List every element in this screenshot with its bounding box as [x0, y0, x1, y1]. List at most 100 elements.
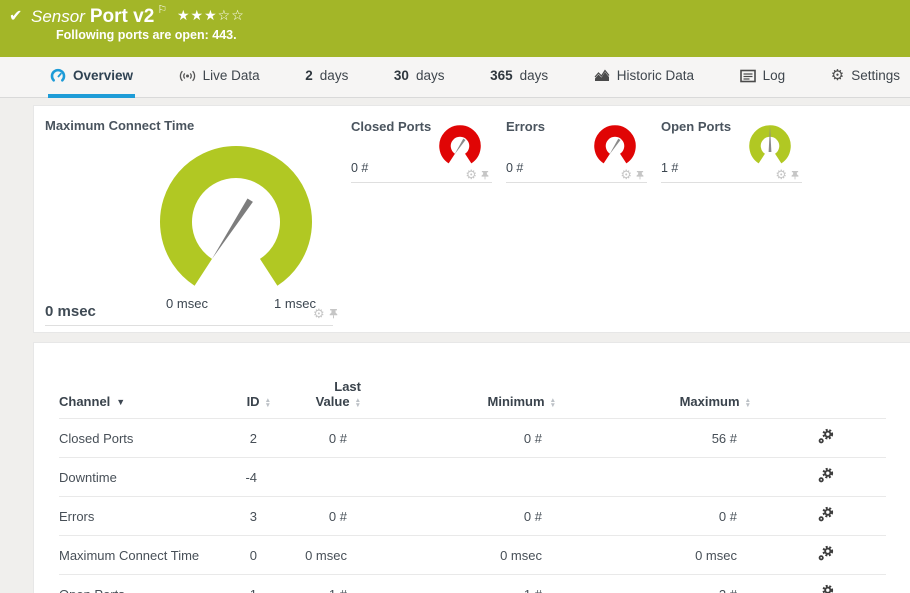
channel-id: 0 — [219, 535, 271, 575]
channel-actions — [751, 496, 886, 536]
gauge-toolbar: ⚙ — [620, 168, 645, 181]
table-row[interactable]: Closed Ports 2 0 # 0 # 56 # — [59, 418, 886, 458]
channel-maximum — [556, 457, 751, 497]
tab-log-label: Log — [762, 68, 786, 83]
gauge-value-maximum-connect-time: 0 msec — [45, 303, 96, 320]
tab-2-days-number: 2 — [305, 68, 313, 83]
gauge-icon — [50, 68, 66, 82]
table-row[interactable]: Errors 3 0 # 0 # 0 # — [59, 496, 886, 536]
gauge-title-open-ports: Open Ports — [661, 119, 732, 134]
tab-historic-data-label: Historic Data — [616, 68, 695, 83]
tab-settings[interactable]: ⚙ Settings — [829, 57, 902, 98]
sort-down-icon: ▼ — [549, 401, 556, 409]
tab-live-data-label: Live Data — [202, 68, 260, 83]
channel-actions — [751, 574, 886, 593]
tab-bar: Overview Live Data 2 days 30 days 365 da… — [0, 57, 910, 98]
channel-last-value — [271, 457, 361, 497]
sort-down-icon: ▼ — [264, 401, 271, 409]
tab-30-days-word: days — [415, 68, 445, 83]
tab-overview[interactable]: Overview — [48, 57, 136, 98]
channel-name: Maximum Connect Time — [59, 535, 219, 575]
column-label-line1: Last — [334, 379, 361, 394]
channel-minimum: 0 # — [361, 496, 556, 536]
column-label: Channel — [59, 394, 111, 409]
gauges-panel: Maximum Connect Time 0 msec 1 msec 0 mse… — [33, 105, 910, 333]
tab-30-days[interactable]: 30 days — [392, 57, 447, 98]
gear-icon: ⚙ — [830, 67, 845, 84]
channel-actions — [751, 535, 886, 575]
flag-icon[interactable]: ⚐ — [157, 4, 167, 16]
pin-icon[interactable] — [328, 307, 339, 320]
channel-actions — [751, 457, 886, 497]
channel-last-value: 1 # — [271, 574, 361, 593]
gauge-needle — [212, 198, 253, 259]
channel-id: 1 — [219, 574, 271, 593]
channel-id: 3 — [219, 496, 271, 536]
priority-stars[interactable]: ★★★☆☆ — [177, 7, 245, 24]
column-header-minimum[interactable]: Minimum ▲ ▼ — [361, 379, 557, 419]
gauge-needle — [454, 138, 466, 155]
channel-settings-gears-icon[interactable] — [817, 545, 834, 562]
channel-settings-gears-icon[interactable] — [817, 584, 834, 593]
tab-30-days-number: 30 — [393, 68, 409, 83]
gauge-cell-closed-ports: Closed Ports 0 # ⚙ — [351, 119, 492, 183]
channel-minimum — [361, 457, 556, 497]
status-ok-check-icon: ✔ — [9, 8, 23, 25]
column-header-id[interactable]: ID ▲ ▼ — [219, 379, 271, 419]
channel-last-value: 0 # — [271, 418, 361, 458]
table-row[interactable]: Open Ports 1 1 # 1 # 2 # — [59, 574, 886, 593]
gauge-toolbar: ⚙ — [313, 307, 339, 320]
column-header-channel[interactable]: Channel ▼ — [59, 379, 219, 419]
channel-maximum: 56 # — [556, 418, 751, 458]
channel-settings-gears-icon[interactable] — [817, 506, 834, 523]
sort-icon: ▲ ▼ — [355, 397, 361, 409]
tab-2-days[interactable]: 2 days — [303, 57, 350, 98]
gauge-value-closed-ports: 0 # — [351, 161, 369, 175]
channel-settings-gears-icon[interactable] — [817, 428, 834, 445]
sensor-status-message: Following ports are open: 443. — [56, 28, 237, 42]
sort-desc-icon: ▼ — [116, 397, 126, 407]
gauge-arc — [160, 146, 312, 286]
gauge-closed-ports — [439, 125, 481, 164]
log-list-icon — [739, 69, 756, 82]
tab-log[interactable]: Log — [738, 57, 788, 98]
gear-icon[interactable]: ⚙ — [775, 168, 787, 181]
channel-id: 2 — [219, 418, 271, 458]
gauge-errors — [594, 125, 636, 164]
table-row[interactable]: Downtime -4 — [59, 457, 886, 497]
prtg-sensor-page: { "header": { "check_icon": "✔", "kind":… — [0, 0, 910, 593]
gear-icon[interactable]: ⚙ — [313, 307, 325, 320]
gauge-title-closed-ports: Closed Ports — [351, 119, 432, 134]
sort-icon: ▲ ▼ — [745, 397, 751, 409]
channel-minimum: 1 # — [361, 574, 556, 593]
pin-icon[interactable] — [635, 169, 645, 181]
gauge-scale-min-label: 0 msec — [166, 296, 208, 311]
live-signal-icon — [179, 70, 195, 81]
column-header-last-value[interactable]: Last Value ▲ ▼ — [271, 379, 361, 419]
column-header-maximum[interactable]: Maximum ▲ ▼ — [556, 379, 751, 419]
gear-icon[interactable]: ⚙ — [620, 168, 632, 181]
tab-live-data[interactable]: Live Data — [177, 57, 262, 98]
gauge-title-maximum-connect-time: Maximum Connect Time — [45, 118, 195, 133]
column-header-actions — [751, 379, 886, 419]
channels-panel: Channel ▼ ID ▲ ▼ Last Value ▲ ▼ Minimum ▲ ▼ Max… — [33, 342, 910, 593]
gauge-cell-errors: Errors 0 # ⚙ — [506, 119, 647, 183]
sensor-title-line: Sensor Port v2 ⚐ — [31, 3, 167, 28]
channel-last-value: 0 msec — [271, 535, 361, 575]
sensor-header: ✔ Sensor Port v2 ⚐ ★★★☆☆ Following ports a… — [0, 0, 910, 57]
channel-minimum: 0 # — [361, 418, 556, 458]
channel-actions — [751, 418, 886, 458]
gauge-value-open-ports: 1 # — [661, 161, 679, 175]
gear-icon[interactable]: ⚙ — [465, 168, 477, 181]
tab-historic-data[interactable]: Historic Data — [592, 57, 696, 98]
pin-icon[interactable] — [790, 169, 800, 181]
tab-365-days[interactable]: 365 days — [488, 57, 550, 98]
table-row[interactable]: Maximum Connect Time 0 0 msec 0 msec 0 m… — [59, 535, 886, 575]
gauge-needle — [609, 138, 621, 155]
channel-settings-gears-icon[interactable] — [817, 467, 834, 484]
page-title: Port v2 — [89, 6, 155, 27]
channel-maximum: 2 # — [556, 574, 751, 593]
column-label: Minimum — [487, 394, 545, 409]
gauge-cell-open-ports: Open Ports 1 # ⚙ — [661, 119, 802, 183]
pin-icon[interactable] — [480, 169, 490, 181]
